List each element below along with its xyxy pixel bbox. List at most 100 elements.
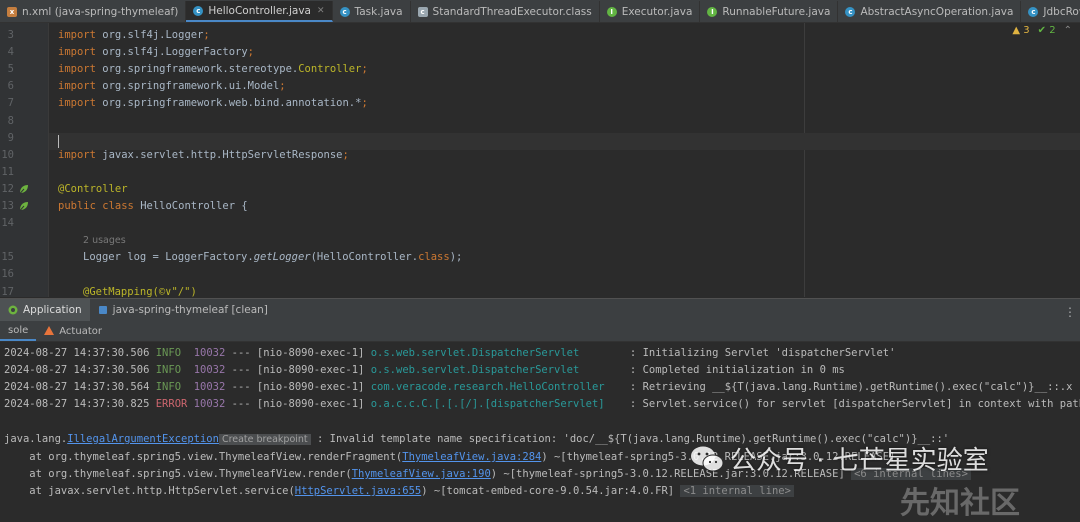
tab-console[interactable]: sole (0, 321, 37, 341)
code-token: (HelloController. (310, 251, 419, 264)
log-thread: --- [nio-8090-exec-1] (231, 398, 365, 410)
log-ts: 2024-08-27 14:37:30.506 (4, 347, 150, 359)
log-logger: o.a.c.c.C.[.[.[/].[dispatcherServlet] (370, 398, 624, 410)
editor-tab[interactable]: x n.xml (java-spring-thymeleaf) (0, 1, 187, 22)
log-ts: 2024-08-27 14:37:30.506 (4, 364, 150, 376)
editor-tab[interactable]: c AbstractAsyncOperation.java (838, 1, 1022, 22)
code-line: import org.slf4j.Logger; (58, 29, 210, 42)
editor-tab-label: n.xml (java-spring-thymeleaf) (22, 5, 179, 18)
code-token: ; (247, 46, 254, 59)
line-gutter: 3 4 5 6 7 8 9 10 11 12 13 14 15 16 17 (0, 23, 49, 297)
line-number: 13 (1, 200, 14, 212)
editor-tab[interactable]: I RunnableFuture.java (700, 1, 839, 22)
stack-source-link[interactable]: ThymeleafView.java:190 (352, 468, 491, 480)
code-token: Logger (83, 251, 121, 264)
code-line: Logger log = LoggerFactory.getLogger(Hel… (83, 251, 462, 264)
interface-icon: I (606, 6, 617, 17)
log-level: ERROR (155, 398, 188, 410)
xianzhi-watermark: 先知社区 (900, 486, 1020, 521)
code-token: ; (203, 29, 210, 41)
log-ts: 2024-08-27 14:37:30.564 (4, 381, 150, 393)
stack-source-link[interactable]: ThymeleafView.java:284 (402, 451, 541, 463)
more-options-icon[interactable]: ⋮ (1064, 305, 1076, 319)
code-token: class (102, 200, 134, 212)
code-line: public class HelloController { (58, 200, 248, 213)
code-token: org.slf4j. (102, 46, 166, 59)
xml-file-icon: x (7, 6, 17, 17)
spring-boot-icon (8, 305, 18, 315)
log-level: INFO (155, 347, 182, 359)
code-token: HttpServletResponse (222, 148, 343, 161)
editor-tab[interactable]: c HelloController.java ✕ (186, 1, 333, 22)
log-line: 2024-08-27 14:37:30.825 ERROR 10032 --- … (4, 398, 1080, 410)
code-line: @GetMapping(©∨"/") (83, 286, 197, 298)
code-token: Controller (298, 63, 362, 76)
code-editor[interactable]: 3 4 5 6 7 8 9 10 11 12 13 14 15 16 17 import org.slf4j… (0, 23, 1080, 297)
editor-tab-label: HelloController.java (208, 4, 311, 17)
line-number: 12 (1, 182, 14, 195)
stack-source-link[interactable]: HttpServlet.java:655 (295, 485, 421, 497)
code-token: LoggerFactory (165, 46, 248, 59)
run-tab-application[interactable]: Application (0, 299, 90, 321)
log-thread: --- [nio-8090-exec-1] (231, 364, 365, 376)
keyword-import: import (58, 63, 96, 76)
spring-bean-icon[interactable] (18, 201, 29, 212)
editor-tab[interactable]: c StandardThreadExecutor.class (411, 1, 600, 22)
keyword-import: import (58, 29, 96, 41)
spring-bean-icon[interactable] (18, 184, 29, 195)
annotation: @Controller (58, 182, 128, 195)
log-level: INFO (155, 381, 182, 393)
line-number: 15 (1, 251, 14, 264)
line-number: 4 (7, 46, 14, 59)
code-token: ; (361, 63, 368, 76)
usages-hint: 2 usages (83, 235, 126, 247)
editor-tab-label: JdbcRowSetImpl.java (1043, 5, 1080, 18)
create-breakpoint-button[interactable]: Create breakpoint (218, 434, 311, 445)
chevron-up-icon[interactable]: ⌃ (1064, 25, 1072, 36)
line-number: 11 (1, 165, 14, 178)
code-token: class (418, 251, 450, 264)
code-token: org.springframework.ui. (102, 80, 248, 93)
log-msg: : Servlet.service() for servlet [dispatc… (629, 398, 1080, 410)
interface-icon: I (707, 6, 718, 17)
code-line: import org.springframework.ui.Model; (58, 80, 286, 93)
class-icon: c (1028, 6, 1039, 17)
tab-console-label: sole (8, 324, 29, 336)
code-area[interactable]: import org.slf4j.Logger; import org.slf4j… (58, 23, 1080, 297)
code-token: getLogger (253, 251, 311, 264)
warning-count[interactable]: ▲ 3 (1012, 25, 1029, 36)
code-token: HelloController { (140, 200, 248, 212)
code-token: = LoggerFactory. (146, 251, 254, 264)
log-msg: : Completed initialization in 0 ms (629, 364, 845, 376)
class-icon: c (845, 6, 856, 17)
wechat-watermark: 公众号 · 七芒星实验室 (690, 440, 989, 477)
editor-tab-label: Task.java (354, 5, 403, 18)
editor-tab[interactable]: c JdbcRowSetImpl.java (1021, 1, 1080, 22)
run-config-tab[interactable]: java-spring-thymeleaf [clean] (90, 299, 276, 321)
log-logger: o.s.web.servlet.DispatcherServlet (370, 347, 624, 359)
editor-tab[interactable]: I Executor.java (600, 1, 701, 22)
internal-lines-toggle[interactable]: <1 internal line> (680, 485, 794, 497)
code-token: public (58, 200, 96, 212)
code-line: import javax.servlet.http.HttpServletRes… (58, 149, 349, 162)
code-token: org.springframework.web.bind.annotation. (102, 97, 356, 110)
log-msg: : Initializing Servlet 'dispatcherServle… (629, 347, 896, 359)
code-token: Model (247, 80, 280, 93)
inspection-widget[interactable]: ▲ 3 ✔ 2 ⌃ (1012, 25, 1072, 36)
keyword-import: import (58, 148, 96, 161)
class-icon: c (193, 5, 204, 16)
editor-tab-label: RunnableFuture.java (722, 5, 831, 18)
ok-count[interactable]: ✔ 2 (1038, 25, 1056, 36)
code-token: ; (342, 148, 349, 161)
editor-tab[interactable]: c Task.java (333, 1, 411, 22)
line-number: 6 (7, 80, 14, 93)
code-token: javax.servlet.http. (102, 148, 223, 161)
exception-class-link[interactable]: IllegalArgumentException (67, 433, 219, 445)
class-icon: c (339, 6, 350, 17)
close-icon[interactable]: ✕ (317, 6, 325, 16)
tab-actuator[interactable]: Actuator (36, 321, 110, 341)
code-line: 2 usages (83, 234, 126, 247)
code-token: org.springframework.stereotype. (102, 63, 299, 76)
line-number: 17 (1, 285, 14, 298)
